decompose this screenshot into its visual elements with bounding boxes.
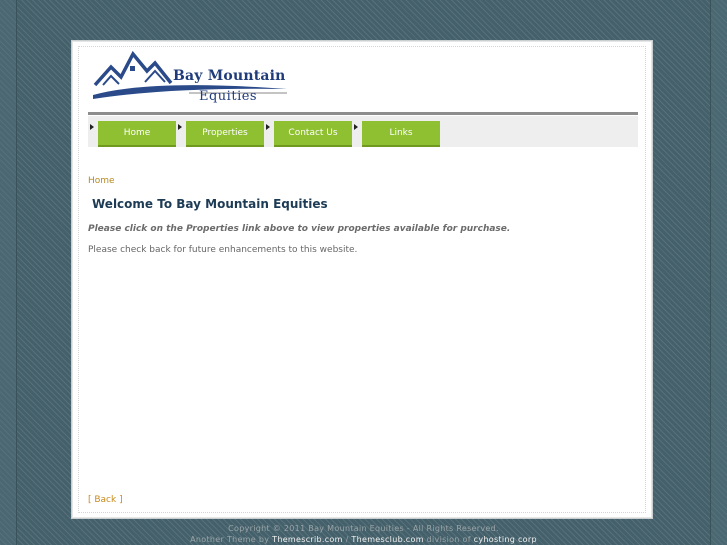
logo-name: Bay Mountain bbox=[173, 68, 286, 84]
main-menu: Home Properties Contact Us Links bbox=[88, 116, 638, 147]
right-side-strip bbox=[710, 0, 727, 545]
site-logo[interactable]: Bay Mountain Equities bbox=[91, 49, 291, 111]
page-inner: Bay Mountain Equities Home Properties Co… bbox=[78, 46, 646, 513]
footer-another-theme: Another Theme by bbox=[190, 535, 270, 544]
page-frame: Bay Mountain Equities Home Properties Co… bbox=[72, 41, 652, 518]
menu-top-line bbox=[88, 112, 638, 115]
page-title: Welcome To Bay Mountain Equities bbox=[92, 197, 328, 211]
footer-credits: Another Theme by Themescrib.com / Themes… bbox=[0, 535, 727, 544]
menu-arrow-icon bbox=[178, 124, 182, 130]
breadcrumb-home[interactable]: Home bbox=[88, 176, 115, 186]
menu-item-contact-us[interactable]: Contact Us bbox=[274, 121, 352, 147]
menu-arrow-icon bbox=[266, 124, 270, 130]
logo-subtitle: Equities bbox=[199, 89, 258, 104]
menu-arrow-icon bbox=[354, 124, 358, 130]
footer-separator: / bbox=[345, 535, 349, 544]
footer-link-themescrib[interactable]: Themescrib.com bbox=[272, 535, 343, 544]
back-link[interactable]: [ Back ] bbox=[88, 495, 123, 505]
body-text: Please check back for future enhancement… bbox=[88, 245, 358, 255]
footer-division-of: division of bbox=[426, 535, 471, 544]
footer-link-cyhosting[interactable]: cyhosting corp bbox=[474, 535, 537, 544]
menu-item-properties[interactable]: Properties bbox=[186, 121, 264, 147]
menu-item-links[interactable]: Links bbox=[362, 121, 440, 147]
intro-text: Please click on the Properties link abov… bbox=[88, 224, 511, 234]
menu-arrow-icon bbox=[90, 124, 94, 130]
menu-item-home[interactable]: Home bbox=[98, 121, 176, 147]
footer-link-themesclub[interactable]: Themesclub.com bbox=[351, 535, 423, 544]
left-side-strip bbox=[0, 0, 17, 545]
footer-copyright: Copyright © 2011 Bay Mountain Equities -… bbox=[228, 524, 499, 533]
